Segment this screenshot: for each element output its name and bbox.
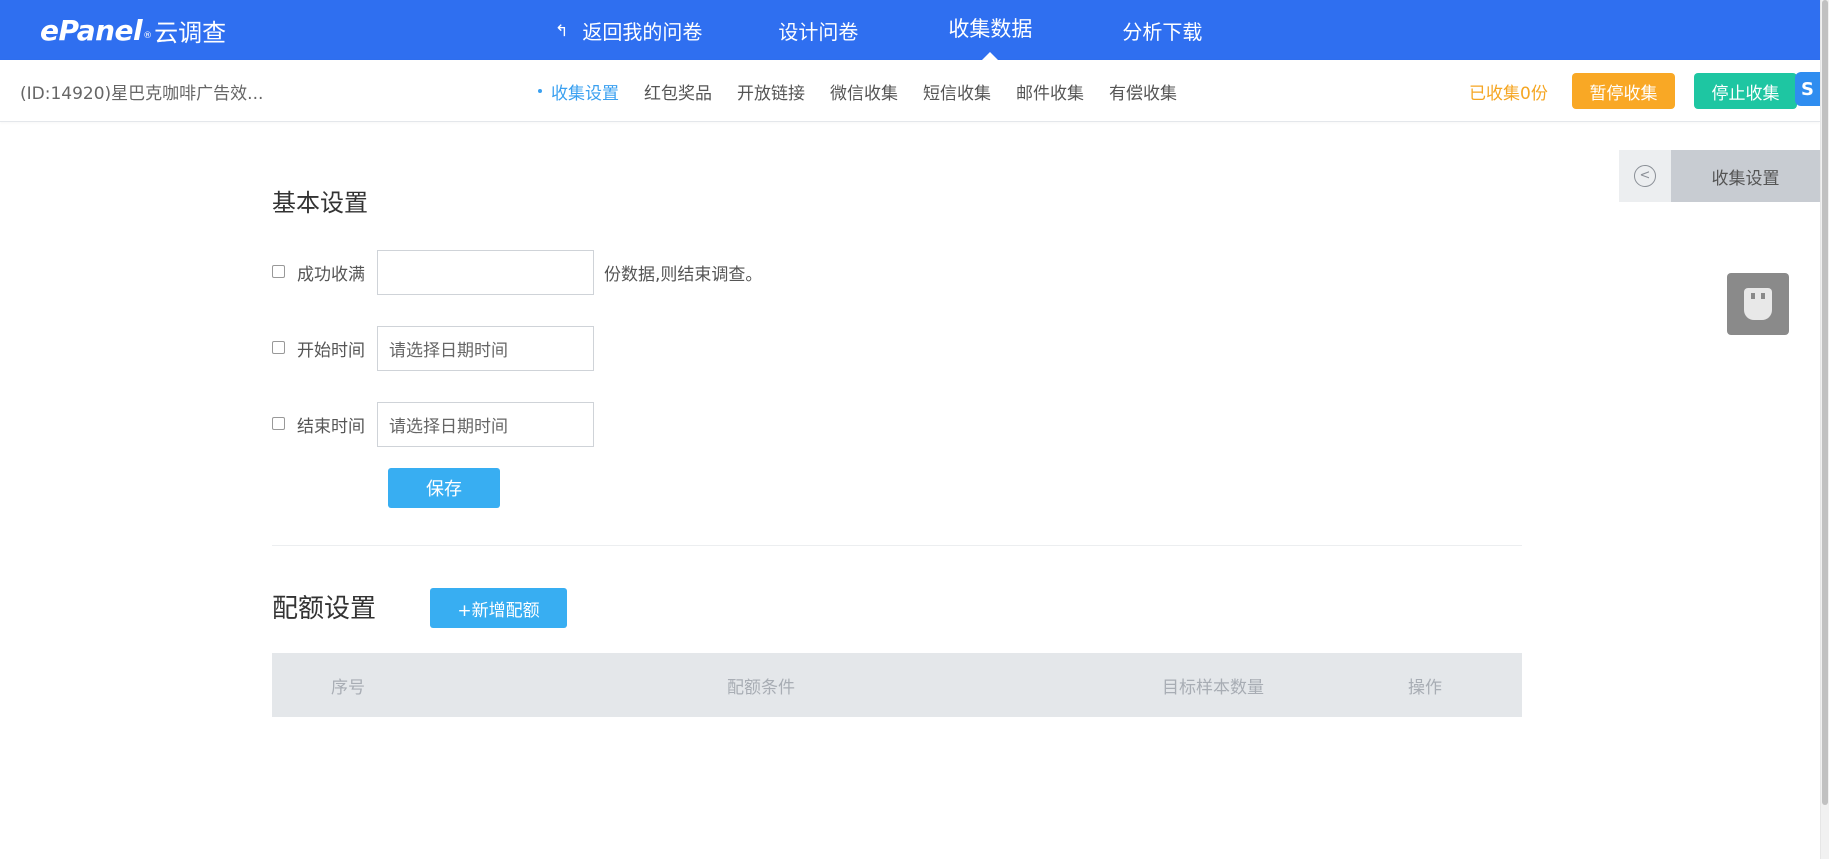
chevron-left-circle-icon: < [1634,165,1656,187]
column-header-index: 序号 [331,677,365,698]
start-time-label: 开始时间 [297,341,365,361]
max-responses-suffix: 份数据,则结束调查。 [604,265,763,285]
tab-sms-collect[interactable]: 短信收集 [923,79,991,104]
nav-back-to-my-surveys[interactable]: ↰ 返回我的问卷 [555,0,702,60]
pause-collect-button[interactable]: 暂停收集 [1572,73,1675,109]
max-responses-input[interactable] [377,250,594,295]
tab-email-collect[interactable]: 邮件收集 [1016,79,1084,104]
start-time-row: 开始时间 请选择日期时间 [272,326,594,371]
end-time-row: 结束时间 请选择日期时间 [272,402,594,447]
collect-settings-side-tab[interactable]: < 收集设置 [1619,150,1820,202]
logo-chinese-name: 云调查 [154,18,227,47]
sub-navigation-bar: (ID:14920)星巴克咖啡广告效... 收集设置 红包奖品 开放链接 微信收… [0,60,1820,122]
logo-registered-mark: ® [143,31,153,41]
page-scrollbar[interactable] [1820,0,1829,859]
quota-settings-title: 配额设置 [272,594,377,624]
nav-analysis-download[interactable]: 分析下载 [1122,0,1202,60]
column-header-target-count: 目标样本数量 [1162,677,1264,698]
end-time-input[interactable]: 请选择日期时间 [377,402,594,447]
max-responses-row: 成功收满 份数据,则结束调查。 [272,250,762,295]
tab-label: 收集设置 [551,83,619,104]
max-responses-checkbox[interactable] [272,265,285,278]
section-divider [272,545,1522,546]
collect-subtabs: 收集设置 红包奖品 开放链接 微信收集 短信收集 邮件收集 有偿收集 [538,60,1202,122]
top-navigation-bar: ePanel ® 云调查 ↰ 返回我的问卷 设计问卷 收集数据 分析下载 [0,0,1820,60]
logo-brand: ePanel [40,13,143,47]
side-tab-label: 收集设置 [1671,150,1820,202]
add-quota-button[interactable]: +新增配额 [430,588,567,628]
main-nav: ↰ 返回我的问卷 设计问卷 收集数据 分析下载 [555,0,1202,60]
floating-assistant-icon[interactable]: S [1795,72,1820,106]
end-time-label: 结束时间 [297,417,365,437]
collapse-panel-button[interactable]: < [1619,150,1671,202]
column-header-condition: 配额条件 [727,677,795,698]
plugin-widget[interactable] [1727,273,1789,335]
tab-paid-collect[interactable]: 有偿收集 [1109,79,1177,104]
active-dot-icon [538,89,542,93]
nav-back-label: 返回我的问卷 [582,19,703,44]
tab-open-link[interactable]: 开放链接 [737,79,805,104]
column-header-actions: 操作 [1408,677,1442,698]
plug-icon [1744,288,1772,320]
end-time-checkbox[interactable] [272,417,285,430]
max-responses-label: 成功收满 [297,265,365,285]
epanel-logo[interactable]: ePanel ® 云调查 [40,8,226,52]
nav-collect-data[interactable]: 收集数据 [948,0,1032,60]
start-time-input[interactable]: 请选择日期时间 [377,326,594,371]
tab-wechat-collect[interactable]: 微信收集 [830,79,898,104]
nav-design-survey[interactable]: 设计问卷 [778,0,858,60]
stop-collect-button[interactable]: 停止收集 [1694,73,1797,109]
start-time-checkbox[interactable] [272,341,285,354]
save-button[interactable]: 保存 [388,468,500,508]
collected-count: 已收集0份 [1469,83,1548,104]
basic-settings-title: 基本设置 [272,189,368,217]
survey-title: (ID:14920)星巴克咖啡广告效... [20,83,264,104]
scrollbar-thumb[interactable] [1822,0,1828,805]
tab-red-packet-prizes[interactable]: 红包奖品 [644,79,712,104]
quota-table-header: 序号 配额条件 目标样本数量 操作 [272,653,1522,717]
reply-arrow-icon: ↰ [555,20,569,40]
tab-collect-settings[interactable]: 收集设置 [538,79,619,104]
